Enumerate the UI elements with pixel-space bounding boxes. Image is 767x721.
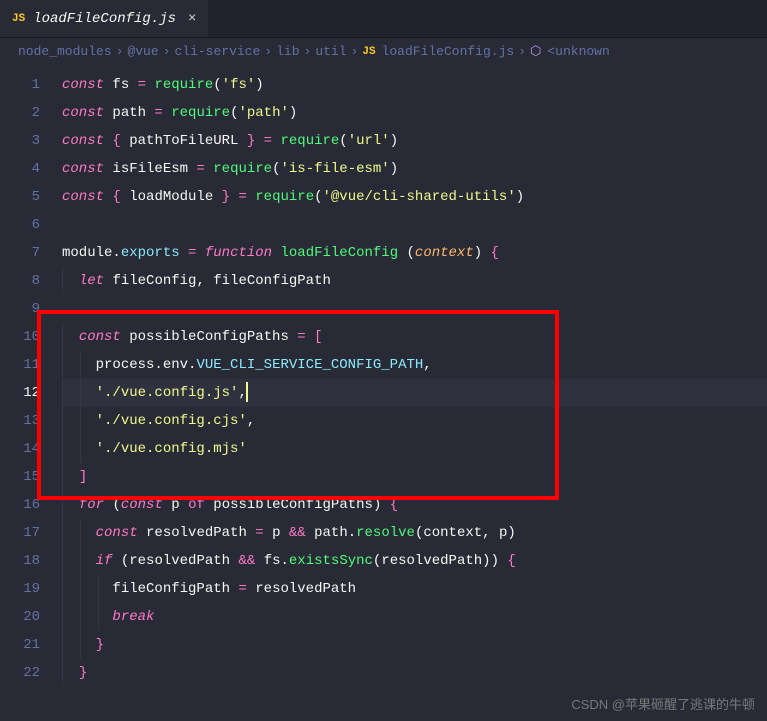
close-icon[interactable]: × <box>188 11 196 27</box>
symbol-icon: ⬡ <box>530 44 541 59</box>
crumb-file[interactable]: loadFileConfig.js <box>382 44 515 59</box>
code-line[interactable]: module.exports = function loadFileConfig… <box>62 239 767 267</box>
code-line[interactable]: break <box>62 603 767 631</box>
chevron-right-icon: › <box>163 44 171 59</box>
js-file-icon: JS <box>12 13 25 25</box>
code-line[interactable]: './vue.config.js', <box>62 379 767 407</box>
code-line[interactable]: const { pathToFileURL } = require('url') <box>62 127 767 155</box>
code-line[interactable]: const isFileEsm = require('is-file-esm') <box>62 155 767 183</box>
code-line[interactable] <box>62 295 767 323</box>
tab-filename: loadFileConfig.js <box>33 11 176 27</box>
code-line[interactable]: ] <box>62 463 767 491</box>
chevron-right-icon: › <box>304 44 312 59</box>
code-line[interactable]: } <box>62 659 767 687</box>
crumb[interactable]: lib <box>276 44 299 59</box>
chevron-right-icon: › <box>116 44 124 59</box>
code-line[interactable]: './vue.config.mjs' <box>62 435 767 463</box>
crumb[interactable]: cli-service <box>174 44 260 59</box>
chevron-right-icon: › <box>264 44 272 59</box>
js-file-icon: JS <box>362 46 375 58</box>
code-line[interactable]: './vue.config.cjs', <box>62 407 767 435</box>
code-line[interactable]: const path = require('path') <box>62 99 767 127</box>
code-line[interactable] <box>62 211 767 239</box>
crumb-symbol[interactable]: <unknown <box>547 44 609 59</box>
watermark-text: CSDN @苹果砸醒了逃课的牛顿 <box>571 694 755 713</box>
tab-bar: JS loadFileConfig.js × <box>0 0 767 38</box>
crumb[interactable]: node_modules <box>18 44 112 59</box>
breadcrumb[interactable]: node_modules › @vue › cli-service › lib … <box>0 38 767 65</box>
code-line[interactable]: const fs = require('fs') <box>62 71 767 99</box>
code-line[interactable]: const resolvedPath = p && path.resolve(c… <box>62 519 767 547</box>
crumb[interactable]: util <box>315 44 346 59</box>
code-editor[interactable]: 1 2 3 4 5 6 7 8 9 10 11 12 13 14 15 16 1… <box>0 65 767 687</box>
code-line[interactable]: if (resolvedPath && fs.existsSync(resolv… <box>62 547 767 575</box>
code-line[interactable]: } <box>62 631 767 659</box>
code-line[interactable]: for (const p of possibleConfigPaths) { <box>62 491 767 519</box>
editor-tab[interactable]: JS loadFileConfig.js × <box>0 0 208 37</box>
code-line[interactable]: const possibleConfigPaths = [ <box>62 323 767 351</box>
text-cursor <box>246 382 248 402</box>
code-line[interactable]: process.env.VUE_CLI_SERVICE_CONFIG_PATH, <box>62 351 767 379</box>
line-numbers-gutter: 1 2 3 4 5 6 7 8 9 10 11 12 13 14 15 16 1… <box>0 71 62 687</box>
crumb[interactable]: @vue <box>127 44 158 59</box>
code-line[interactable]: fileConfigPath = resolvedPath <box>62 575 767 603</box>
code-line[interactable]: let fileConfig, fileConfigPath <box>62 267 767 295</box>
code-content[interactable]: const fs = require('fs') const path = re… <box>62 71 767 687</box>
chevron-right-icon: › <box>518 44 526 59</box>
code-line[interactable]: const { loadModule } = require('@vue/cli… <box>62 183 767 211</box>
chevron-right-icon: › <box>351 44 359 59</box>
